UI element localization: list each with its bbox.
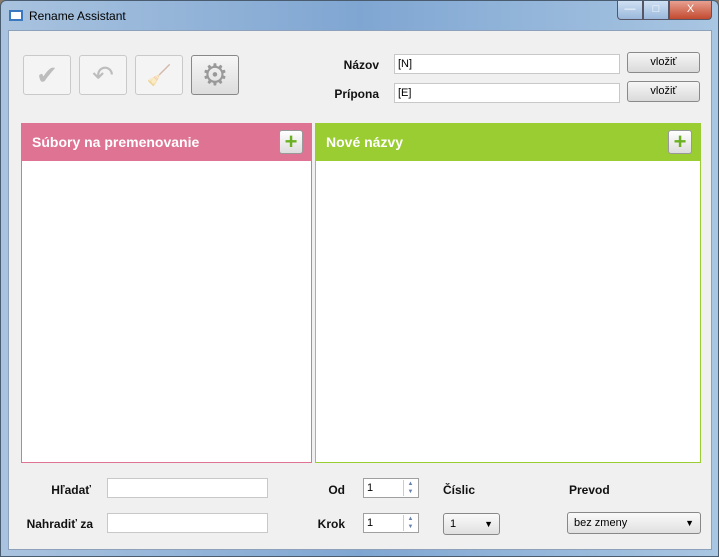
apply-button[interactable]: ✔ [23, 55, 71, 95]
replace-label: Nahradiť za [26, 517, 93, 531]
spin-arrows-icon[interactable]: ▲ ▼ [403, 480, 417, 496]
add-files-button[interactable]: + [279, 130, 303, 154]
digits-label: Číslic [443, 483, 476, 497]
name-label: Názov [343, 58, 379, 72]
replace-input[interactable] [107, 513, 268, 533]
step-label: Krok [317, 517, 345, 531]
convert-value: bez zmeny [574, 517, 628, 529]
app-window: Rename Assistant — □ X ✔ ↶ 🧹 ⚙ Názov [N]… [0, 0, 719, 557]
maximize-button[interactable]: □ [643, 1, 669, 20]
from-spinner[interactable]: 1 ▲ ▼ [363, 478, 419, 498]
name-input[interactable]: [N] [394, 54, 620, 74]
search-label: Hľadať [51, 483, 91, 497]
chevron-down-icon: ▼ [685, 518, 694, 528]
clear-button[interactable]: 🧹 [135, 55, 183, 95]
chevron-down-icon: ▼ [484, 519, 493, 529]
from-label: Od [328, 483, 345, 497]
insert-extension-button[interactable]: vložiť [627, 81, 700, 102]
client-area: ✔ ↶ 🧹 ⚙ Názov [N] vložiť Prípona [E] vlo… [8, 30, 712, 550]
search-input[interactable] [107, 478, 268, 498]
spin-arrows-icon[interactable]: ▲ ▼ [403, 515, 417, 531]
checkmark-icon: ✔ [36, 59, 58, 90]
add-names-button[interactable]: + [668, 130, 692, 154]
minimize-button[interactable]: — [617, 1, 643, 20]
digits-value: 1 [450, 518, 457, 530]
close-button[interactable]: X [669, 1, 712, 20]
extension-label: Prípona [334, 87, 379, 101]
undo-button[interactable]: ↶ [79, 55, 127, 95]
settings-button[interactable]: ⚙ [191, 55, 239, 95]
extension-input[interactable]: [E] [394, 83, 620, 103]
app-icon [9, 10, 23, 21]
from-value: 1 [367, 482, 374, 494]
step-spinner[interactable]: 1 ▲ ▼ [363, 513, 419, 533]
step-value: 1 [367, 517, 374, 529]
files-panel[interactable]: Súbory na premenovanie + [21, 123, 312, 463]
new-names-panel[interactable]: Nové názvy + [315, 123, 701, 463]
files-panel-title: Súbory na premenovanie [32, 134, 200, 150]
convert-label: Prevod [569, 483, 610, 497]
undo-icon: ↶ [92, 59, 114, 90]
window-title: Rename Assistant [29, 9, 126, 23]
digits-select[interactable]: 1 ▼ [443, 513, 500, 535]
new-names-panel-title: Nové názvy [326, 134, 404, 150]
insert-name-button[interactable]: vložiť [627, 52, 700, 73]
gear-icon: ⚙ [201, 58, 229, 92]
broom-icon: 🧹 [146, 64, 172, 87]
convert-select[interactable]: bez zmeny ▼ [567, 512, 701, 534]
